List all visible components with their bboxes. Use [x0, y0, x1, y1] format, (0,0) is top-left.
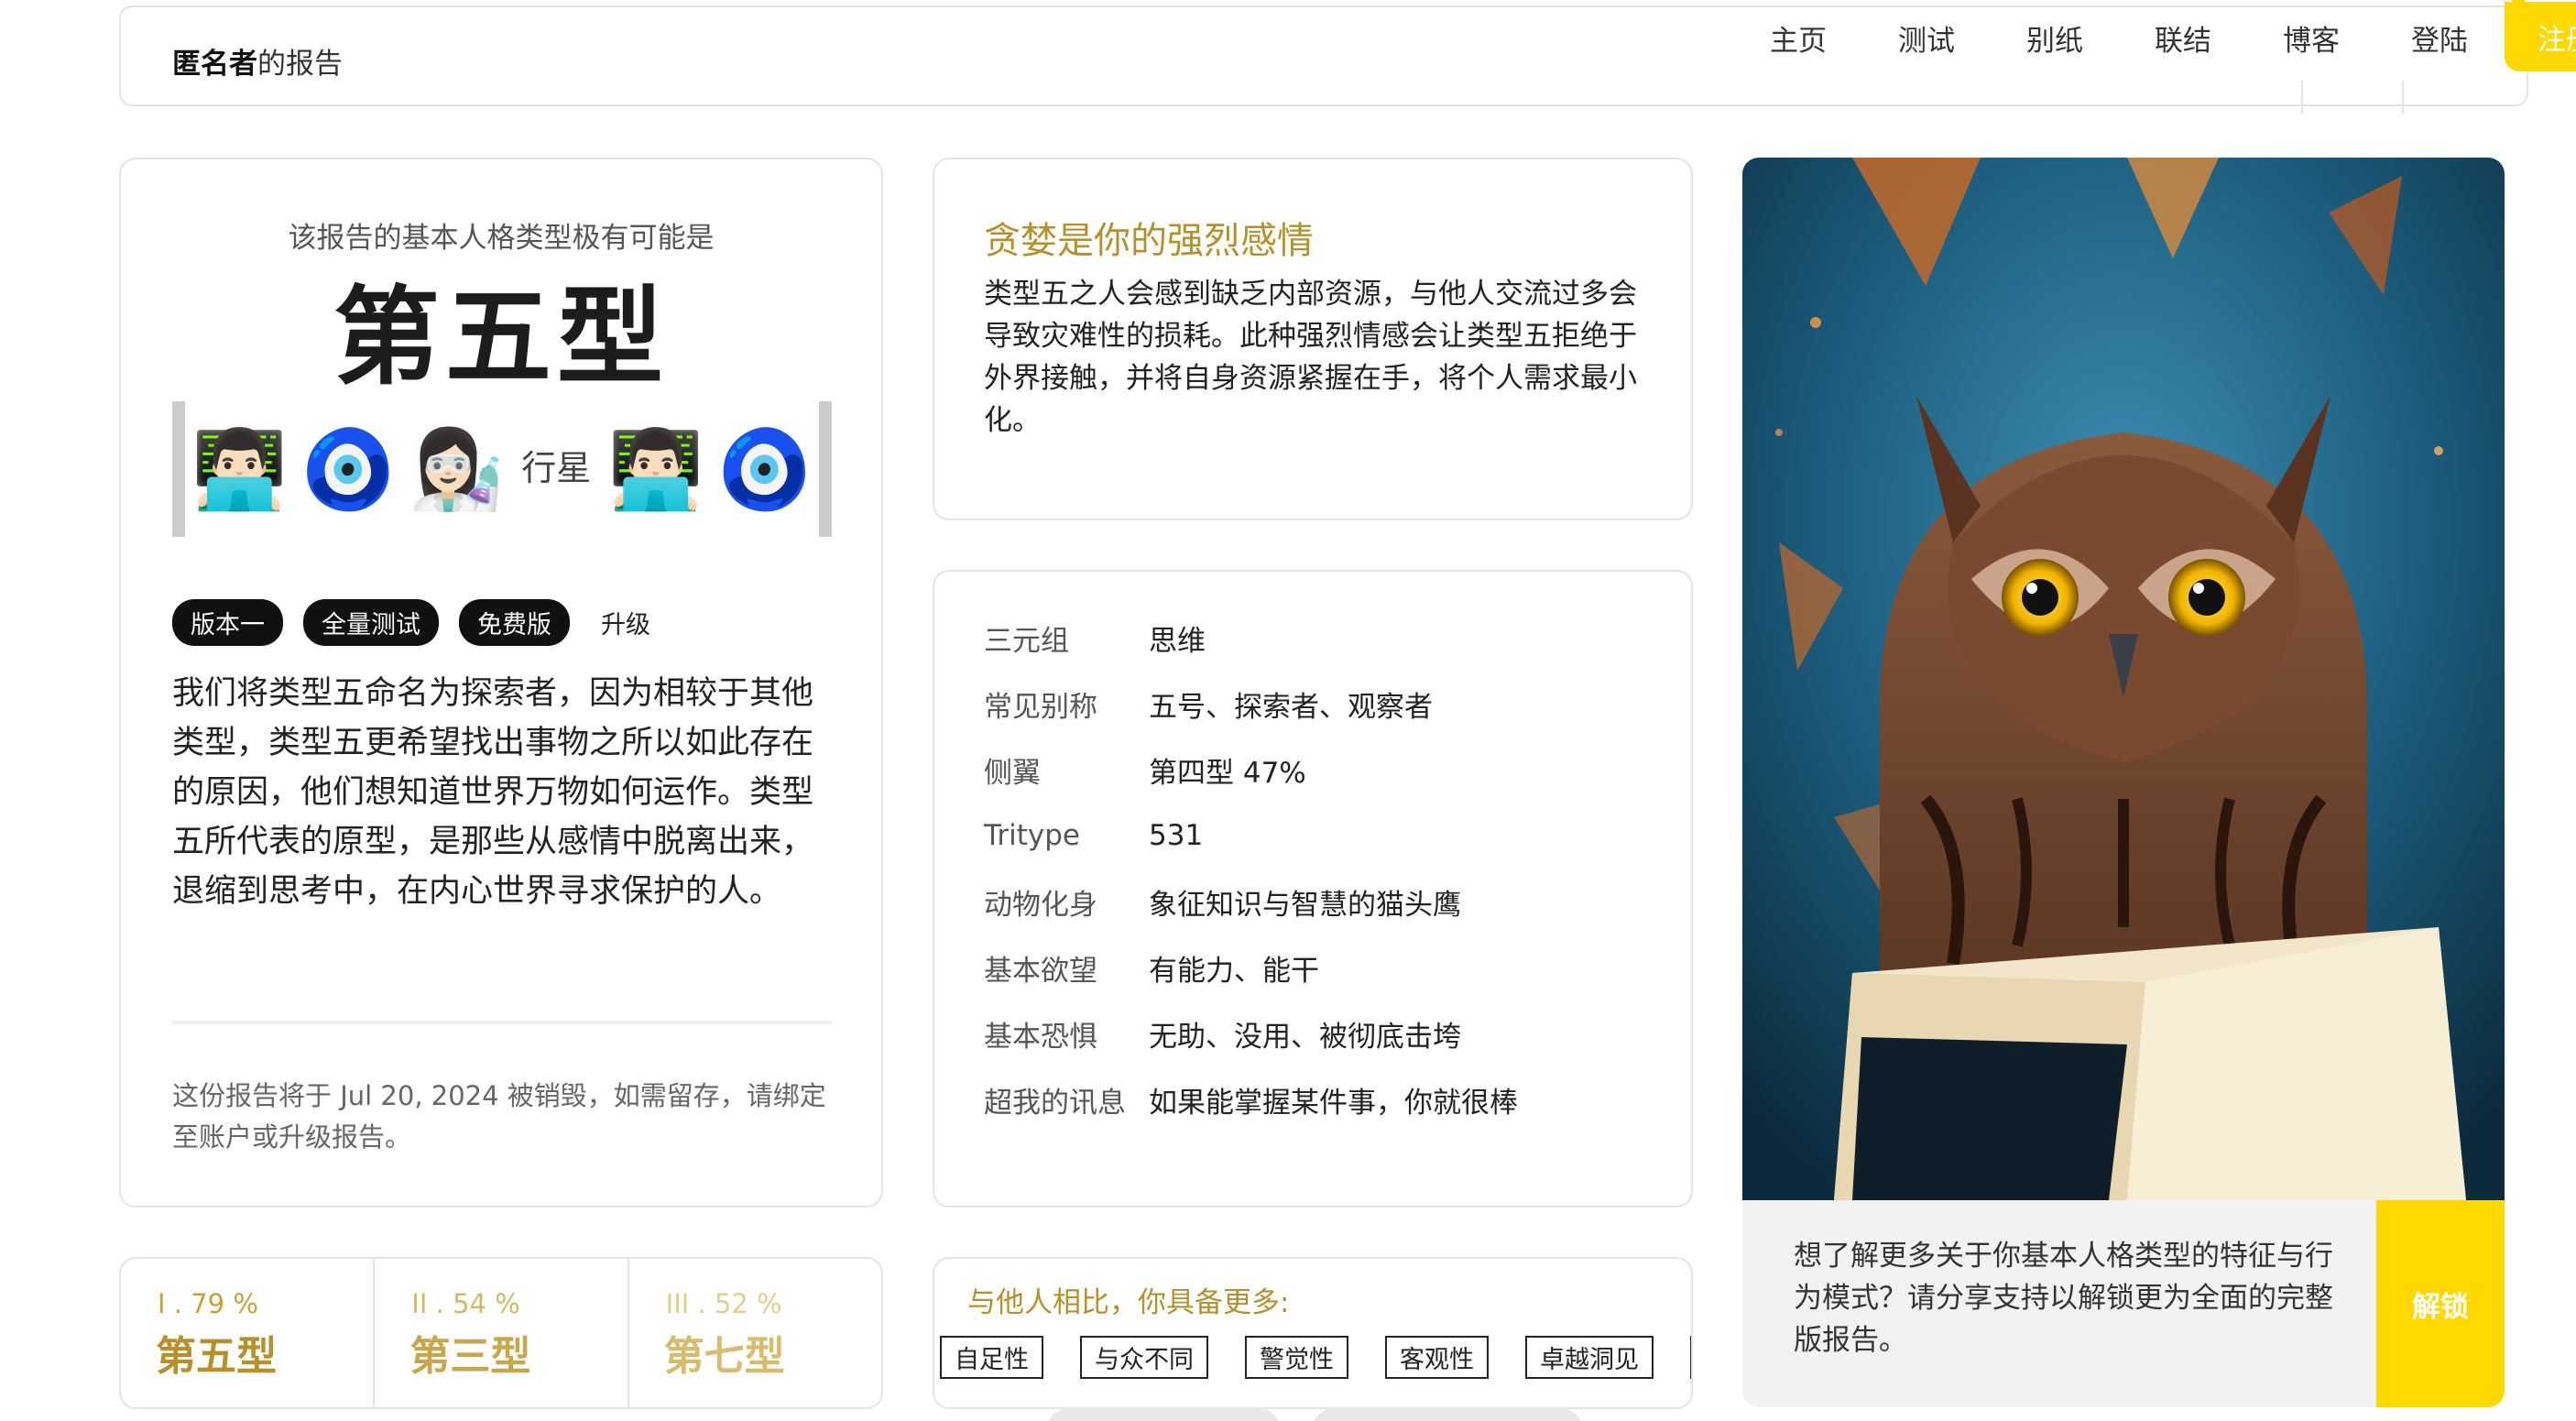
type-description: 我们将类型五命名为探索者，因为相较于其他类型，类型五更希望找出事物之所以如此存在… [172, 675, 814, 910]
technologist-emoji-icon: 👨🏻‍💻 [191, 424, 288, 514]
traits-list: 自足性 与众不同 警觉性 客观性 卓越洞见 [940, 1336, 1691, 1379]
partial-element [1044, 1407, 1283, 1421]
unlock-prompt-text: 想了解更多关于你基本人格类型的特征与行为模式？请分享支持以解锁更为全面的完整版报… [1794, 1240, 2333, 1357]
info-row: 侧翼 第四型 47% [984, 742, 1306, 797]
top-type-rank: III [665, 1288, 690, 1319]
site-brand[interactable]: 匿名者的报告 [172, 40, 343, 82]
info-label: 基本欲望 [984, 954, 1097, 988]
info-label: Tritype [984, 819, 1080, 852]
partial-element [1310, 1407, 1585, 1421]
planet-image-alt-text: 行星 [521, 448, 592, 489]
info-label: 基本恐惧 [984, 1020, 1097, 1054]
info-value: 有能力、能干 [1149, 954, 1319, 988]
top-type-item[interactable]: I . 79 % 第五型 [121, 1259, 376, 1407]
info-row: 基本恐惧 无助、没用、被彻底击垮 [984, 1006, 1461, 1061]
info-value: 无助、没用、被彻底击垮 [1149, 1020, 1461, 1054]
main-type-title: 第五型 [333, 276, 669, 399]
top-type-percent: I . 79 % [158, 1288, 258, 1319]
unlock-button[interactable]: 解锁 [2376, 1200, 2505, 1407]
card-divider [172, 1021, 832, 1024]
nav-login[interactable]: 登陆 [2411, 17, 2468, 59]
trait-chip-partial [1690, 1336, 1691, 1379]
passion-card: 贪婪是你的强烈感情 类型五之人会感到缺乏内部资源，与他人交流过多会导致灾难性的损… [933, 158, 1693, 520]
top-types-card: I . 79 % 第五型 II . 54 % 第三型 III . 52 % 第七… [119, 1257, 883, 1409]
top-type-name: 第三型 [409, 1333, 531, 1380]
report-page: 匿名者的报告 主页 测试 别纸 联结 博客 登陆 注册 该报告的基本人格类型极有… [0, 0, 2576, 1421]
trait-chip: 与众不同 [1080, 1336, 1208, 1379]
nav-divider [2301, 81, 2303, 114]
trait-chip: 卓越洞见 [1525, 1336, 1654, 1379]
passion-title: 贪婪是你的强烈感情 [984, 220, 1314, 262]
info-label: 超我的讯息 [984, 1086, 1126, 1120]
top-type-item[interactable]: II . 54 % 第三型 [375, 1259, 629, 1407]
register-button[interactable]: 注册 [2505, 2, 2576, 71]
type-info-card: 三元组 思维 常见别称 五号、探索者、观察者 侧翼 第四型 47% Tritype 53… [933, 570, 1693, 1208]
nav-wallpaper[interactable]: 别纸 [2026, 17, 2083, 59]
top-navbar: 匿名者的报告 主页 测试 别纸 联结 博客 登陆 注册 [119, 2, 2576, 114]
top-type-rank: II [411, 1288, 428, 1319]
nav-connect[interactable]: 联结 [2155, 17, 2211, 59]
passion-text: 类型五之人会感到缺乏内部资源，与他人交流过多会导致灾难性的损耗。此种强烈情感会让… [984, 278, 1637, 437]
nav-home[interactable]: 主页 [1770, 17, 1827, 59]
expiry-note: 这份报告将于 Jul 20, 2024 被销毁，如需留存，请绑定至账户或升级报告… [172, 1080, 826, 1153]
info-value: 531 [1149, 819, 1204, 852]
info-row: 动物化身 象征知识与智慧的猫头鹰 [984, 874, 1461, 929]
info-label: 侧翼 [984, 756, 1041, 790]
top-type-percent: III . 52 % [665, 1288, 782, 1319]
top-type-percent: II . 54 % [411, 1288, 520, 1319]
tag-version: 版本一 [172, 599, 283, 646]
top-type-value: 79 [191, 1288, 225, 1319]
info-value: 思维 [1149, 624, 1206, 658]
personality-type-card: 该报告的基本人格类型极有可能是 第五型 👨🏻‍💻 🧿 👩🏻‍🔬 行星 👨🏻‍💻 … [119, 158, 883, 1208]
main-nav: 主页 测试 别纸 联结 博客 登陆 [1770, 7, 2539, 68]
owl-promo-card: 想了解更多关于你基本人格类型的特征与行为模式？请分享支持以解锁更为全面的完整版报… [1742, 158, 2505, 1407]
info-value: 五号、探索者、观察者 [1149, 690, 1433, 724]
info-label: 三元组 [984, 624, 1069, 658]
report-tags: 版本一 全量测试 免费版 升级 [172, 599, 661, 646]
trait-chip: 警觉性 [1245, 1336, 1348, 1379]
tag-free: 免费版 [459, 599, 570, 646]
info-value: 第四型 47% [1149, 756, 1306, 790]
info-row: 超我的讯息 如果能掌握某件事，你就很棒 [984, 1072, 1518, 1127]
top-type-rank: I [158, 1288, 166, 1319]
technologist-emoji-icon: 👨🏻‍💻 [607, 424, 704, 514]
brand-suffix: 的报告 [257, 48, 343, 81]
top-type-item[interactable]: III . 52 % 第七型 [629, 1259, 881, 1407]
info-value: 象征知识与智慧的猫头鹰 [1149, 888, 1461, 922]
top-type-value: 52 [714, 1288, 748, 1319]
info-value: 如果能掌握某件事，你就很棒 [1149, 1086, 1518, 1120]
info-row: Tritype 531 [984, 808, 1203, 863]
trait-chip: 客观性 [1385, 1336, 1489, 1379]
nav-divider [2402, 81, 2404, 114]
top-type-name: 第五型 [156, 1333, 277, 1380]
tag-full-test: 全量测试 [303, 599, 439, 646]
brand-name: 匿名者 [172, 48, 257, 81]
nazar-amulet-emoji-icon: 🧿 [716, 424, 813, 514]
upgrade-link[interactable]: 升级 [590, 599, 661, 646]
nazar-amulet-emoji-icon: 🧿 [300, 424, 397, 514]
nav-blog[interactable]: 博客 [2283, 17, 2340, 59]
scientist-emoji-icon: 👩🏻‍🔬 [409, 424, 505, 514]
traits-title: 与他人相比，你具备更多: [967, 1286, 1290, 1319]
info-label: 动物化身 [984, 888, 1097, 922]
nav-test[interactable]: 测试 [1898, 17, 1955, 59]
trait-chip: 自足性 [940, 1336, 1043, 1379]
type-subtitle: 该报告的基本人格类型极有可能是 [288, 222, 715, 255]
top-type-name: 第七型 [663, 1333, 785, 1380]
traits-card: 与他人相比，你具备更多: 自足性 与众不同 警觉性 客观性 卓越洞见 [933, 1257, 1693, 1409]
emoji-carousel[interactable]: 👨🏻‍💻 🧿 👩🏻‍🔬 行星 👨🏻‍💻 🧿 [172, 401, 832, 537]
info-row: 三元组 思维 [984, 610, 1206, 665]
info-row: 基本欲望 有能力、能干 [984, 940, 1319, 995]
top-type-value: 54 [453, 1288, 486, 1319]
owl-illustration [1742, 158, 2505, 1200]
info-label: 常见别称 [984, 690, 1097, 724]
info-row: 常见别称 五号、探索者、观察者 [984, 676, 1433, 731]
